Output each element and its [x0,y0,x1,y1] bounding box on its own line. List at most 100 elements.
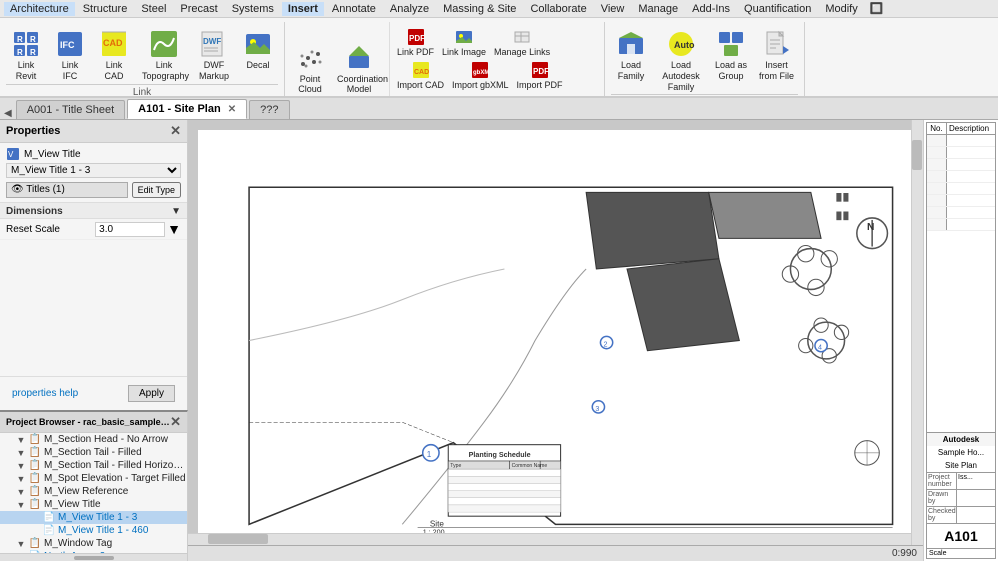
svg-text:R: R [30,35,36,44]
view-type-link[interactable]: 👁 Titles (1) [6,182,128,198]
properties-close-button[interactable]: ✕ [170,123,181,139]
menu-systems[interactable]: Systems [226,2,280,16]
tb-drawn-by-label: Drawn by [927,490,957,506]
import-pdf-icon: PDF [530,60,550,80]
dwf-markup-icon: DWF [198,28,230,60]
edit-type-button[interactable]: Edit Type [132,182,181,198]
dwf-markup-button[interactable]: DWF DWFMarkup [194,26,234,84]
import-cad-label: Import CAD [397,80,444,90]
import-pdf-button[interactable]: PDF Import PDF [514,59,566,91]
import-cad-icon: CAD [411,60,431,80]
properties-panel-header: Properties ✕ [0,120,187,143]
manage-links-button[interactable]: Manage Links [491,26,553,58]
menu-architecture[interactable]: Architecture [4,2,75,16]
load-as-group-button[interactable]: Load asGroup [711,26,751,84]
tab-close-a101[interactable]: ✕ [228,104,236,115]
link-image-button[interactable]: Link Image [439,26,489,58]
load-family-button[interactable]: LoadFamily [611,26,651,84]
tree-item-section-tail-horiz[interactable]: ▼ 📋 M_Section Tail - Filled Horizontal [0,459,187,472]
menu-quantification[interactable]: Quantification [738,2,817,16]
load-autodesk-family-button[interactable]: Auto Load AutodeskFamily [655,26,707,94]
svg-text:gbXML: gbXML [473,70,489,76]
insert-from-file-button[interactable]: Insertfrom File [755,26,798,84]
svg-text:4: 4 [818,344,822,352]
svg-text:CAD: CAD [414,69,429,76]
dimensions-collapse-icon[interactable]: ▼ [171,206,181,217]
browser-close-button[interactable]: ✕ [170,414,181,430]
svg-text:IFC: IFC [60,40,75,50]
link-ifc-button[interactable]: IFC LinkIFC [50,26,90,84]
link-pdf-button[interactable]: PDF Link PDF [394,26,437,58]
tab-unknown[interactable]: ??? [249,100,289,119]
view-subtype-select[interactable]: M_View Title 1 - 3 [6,163,181,178]
site-plan-svg: N 1 2 3 4 Planting Schedule [198,130,913,551]
link-topography-button[interactable]: LinkTopography [138,26,190,84]
reset-scale-expand[interactable]: ▼ [167,221,181,237]
browser-scrollbar[interactable] [0,553,187,561]
ribbon-group-link-items: R R R R LinkRevit IFC LinkIFC [6,22,278,84]
vertical-scrollbar[interactable] [911,120,923,545]
tree-item-window-tag[interactable]: ▼ 📋 M_Window Tag [0,537,187,550]
tree-item-section-tail-filled[interactable]: ▼ 📋 M_Section Tail - Filled [0,446,187,459]
tree-item-section-head[interactable]: ▼ 📋 M_Section Head - No Arrow [0,433,187,446]
tree-item-spot-elev[interactable]: ▼ 📋 M_Spot Elevation - Target Filled [0,472,187,485]
tb-row-2 [927,147,995,159]
tree-item-view-title-1-460[interactable]: 📄 M_View Title 1 - 460 [0,524,187,537]
tb-project-name: Sample Ho... [927,446,995,459]
properties-help-link[interactable]: properties help [6,386,84,401]
tree-item-north-arrow[interactable]: 📄 North Arrow 2 [0,550,187,553]
svg-text:Site: Site [430,519,445,528]
apply-button[interactable]: Apply [128,385,175,402]
svg-text:2: 2 [604,341,608,349]
load-autodesk-family-icon: Auto [665,28,697,60]
link-cad-button[interactable]: CAD LinkCAD [94,26,134,84]
menu-addins[interactable]: Add-Ins [686,2,736,16]
link-revit-button[interactable]: R R R R LinkRevit [6,26,46,84]
import-gbxml-label: Import gbXML [452,80,509,90]
svg-text:Auto: Auto [674,40,695,50]
view-type-text: M_View Title [24,149,81,160]
tb-sheet-number: A101 [927,523,995,548]
point-cloud-button[interactable]: PointCloud [289,40,331,98]
menu-manage[interactable]: Manage [632,2,684,16]
tb-row-7 [927,207,995,219]
browser-title: Project Browser - rac_basic_sample_proje… [6,417,170,427]
tree-item-view-title-1-3[interactable]: 📄 M_View Title 1 - 3 [0,511,187,524]
horizontal-scrollbar[interactable] [188,533,911,545]
title-block-rows [927,135,995,432]
svg-text:R: R [17,48,23,57]
tb-view-name: Site Plan [927,459,995,472]
svg-text:R: R [17,35,23,44]
view-type-icon: V [6,147,20,161]
right-panel: No. Description Autodesk Sample Ho... Si… [923,120,998,561]
import-gbxml-button[interactable]: gbXML Import gbXML [449,59,512,91]
decal-button[interactable]: Decal [238,26,278,73]
svg-text:Common Name: Common Name [512,463,548,469]
menu-view[interactable]: View [595,2,631,16]
link-revit-label: LinkRevit [16,60,37,82]
menu-insert[interactable]: Insert [282,2,324,16]
left-panels: Properties ✕ V M_View Title M_View Title… [0,120,188,561]
insert-from-file-icon [761,28,793,60]
menu-modify[interactable]: Modify [819,2,863,16]
tree-item-view-ref[interactable]: ▼ 📋 M_View Reference [0,485,187,498]
menu-annotate[interactable]: Annotate [326,2,382,16]
tree-item-view-title[interactable]: ▼ 📋 M_View Title [0,498,187,511]
menu-precast[interactable]: Precast [174,2,223,16]
link-topo-label: LinkTopography [142,60,186,82]
menu-analyze[interactable]: Analyze [384,2,435,16]
tb-checked-by-label: Checked by [927,507,957,523]
tab-a101[interactable]: A101 - Site Plan ✕ [127,99,247,119]
menu-structure[interactable]: Structure [77,2,134,16]
load-as-group-icon [715,28,747,60]
menu-steel[interactable]: Steel [135,2,172,16]
coordination-model-button[interactable]: CoordinationModel [333,40,385,98]
link-revit-icon: R R R R [10,28,42,60]
reset-scale-input[interactable] [95,222,165,237]
menu-collaborate[interactable]: Collaborate [524,2,592,16]
tab-a001[interactable]: A001 - Title Sheet [16,100,125,119]
import-cad-button[interactable]: CAD Import CAD [394,59,447,91]
ribbon-group-library-items: LoadFamily Auto Load AutodeskFamily [611,22,798,94]
menu-massing[interactable]: Massing & Site [437,2,522,16]
tb-scale-label: Scale [929,550,947,557]
